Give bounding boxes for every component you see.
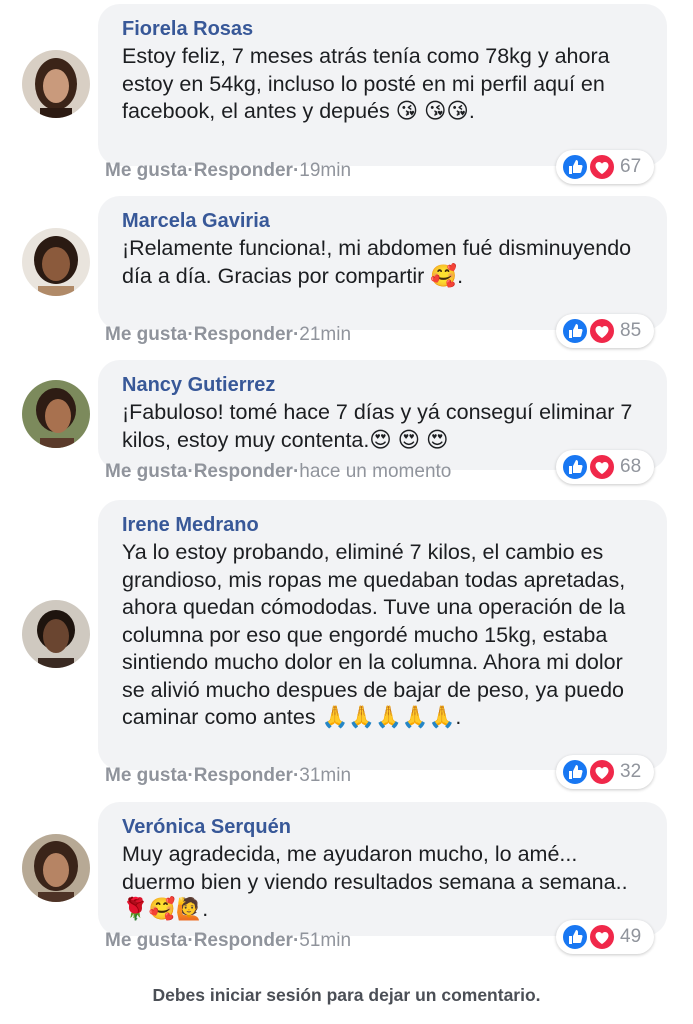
comment-bubble: Fiorela Rosas Estoy feliz, 7 meses atrás… xyxy=(98,4,667,166)
like-link[interactable]: Me gusta xyxy=(105,160,187,181)
comment-time[interactable]: 19min xyxy=(299,160,351,181)
like-link[interactable]: Me gusta xyxy=(105,930,187,951)
comment-text: Muy agradecida, me ayudaron mucho, lo am… xyxy=(122,842,628,921)
comment-author[interactable]: Irene Medrano xyxy=(122,512,643,538)
comment-author[interactable]: Marcela Gaviria xyxy=(122,208,643,234)
thumbs-up-icon xyxy=(561,758,589,786)
reply-link[interactable]: Responder xyxy=(194,324,293,345)
comment-bubble: Irene Medrano Ya lo estoy probando, elim… xyxy=(98,500,667,770)
comment-meta: Me gusta·Responder·hace un momento xyxy=(105,460,451,484)
reply-link[interactable]: Responder xyxy=(194,765,293,786)
comment-meta: Me gusta·Responder·31min xyxy=(105,764,351,788)
thumbs-up-icon xyxy=(561,317,589,345)
avatar[interactable] xyxy=(22,228,90,296)
reaction-count: 49 xyxy=(620,926,642,947)
reactions-badge[interactable]: 32 xyxy=(556,755,654,789)
thumbs-up-icon xyxy=(561,453,589,481)
like-link[interactable]: Me gusta xyxy=(105,461,187,482)
like-link[interactable]: Me gusta xyxy=(105,324,187,345)
comment-meta: Me gusta·Responder·51min xyxy=(105,929,351,953)
comment-text: Ya lo estoy probando, eliminé 7 kilos, e… xyxy=(122,540,626,729)
comment-author[interactable]: Nancy Gutierrez xyxy=(122,372,643,398)
reply-link[interactable]: Responder xyxy=(194,160,293,181)
comment-meta: Me gusta·Responder·19min xyxy=(105,159,351,183)
reaction-count: 85 xyxy=(620,320,642,341)
comment-text: ¡Relamente funciona!, mi abdomen fué dis… xyxy=(122,236,632,288)
reaction-count: 32 xyxy=(620,761,642,782)
avatar[interactable] xyxy=(22,600,90,668)
reply-link[interactable]: Responder xyxy=(194,930,293,951)
heart-icon xyxy=(588,153,616,181)
comment-time[interactable]: hace un momento xyxy=(299,461,451,482)
heart-icon xyxy=(588,923,616,951)
reaction-count: 67 xyxy=(620,156,642,177)
thumbs-up-icon xyxy=(561,153,589,181)
reactions-badge[interactable]: 85 xyxy=(556,314,654,348)
comment-meta: Me gusta·Responder·21min xyxy=(105,323,351,347)
comment-bubble: Marcela Gaviria ¡Relamente funciona!, mi… xyxy=(98,196,667,330)
comment-time[interactable]: 51min xyxy=(299,930,351,951)
thumbs-up-icon xyxy=(561,923,589,951)
comment-author[interactable]: Fiorela Rosas xyxy=(122,16,643,42)
reply-link[interactable]: Responder xyxy=(194,461,293,482)
reactions-badge[interactable]: 49 xyxy=(556,920,654,954)
reaction-count: 68 xyxy=(620,456,642,477)
comment-text: ¡Fabuloso! tomé hace 7 días y yá consegu… xyxy=(122,400,633,452)
heart-icon xyxy=(588,758,616,786)
comment-author[interactable]: Verónica Serquén xyxy=(122,814,643,840)
heart-icon xyxy=(588,317,616,345)
comment-bubble: Verónica Serquén Muy agradecida, me ayud… xyxy=(98,802,667,936)
avatar[interactable] xyxy=(22,380,90,448)
like-link[interactable]: Me gusta xyxy=(105,765,187,786)
login-prompt[interactable]: Debes iniciar sesión para dejar un comen… xyxy=(0,985,693,1006)
avatar[interactable] xyxy=(22,50,90,118)
comment-text: Estoy feliz, 7 meses atrás tenía como 78… xyxy=(122,44,610,123)
comment-time[interactable]: 31min xyxy=(299,765,351,786)
heart-icon xyxy=(588,453,616,481)
comment-time[interactable]: 21min xyxy=(299,324,351,345)
reactions-badge[interactable]: 67 xyxy=(556,150,654,184)
avatar[interactable] xyxy=(22,834,90,902)
reactions-badge[interactable]: 68 xyxy=(556,450,654,484)
